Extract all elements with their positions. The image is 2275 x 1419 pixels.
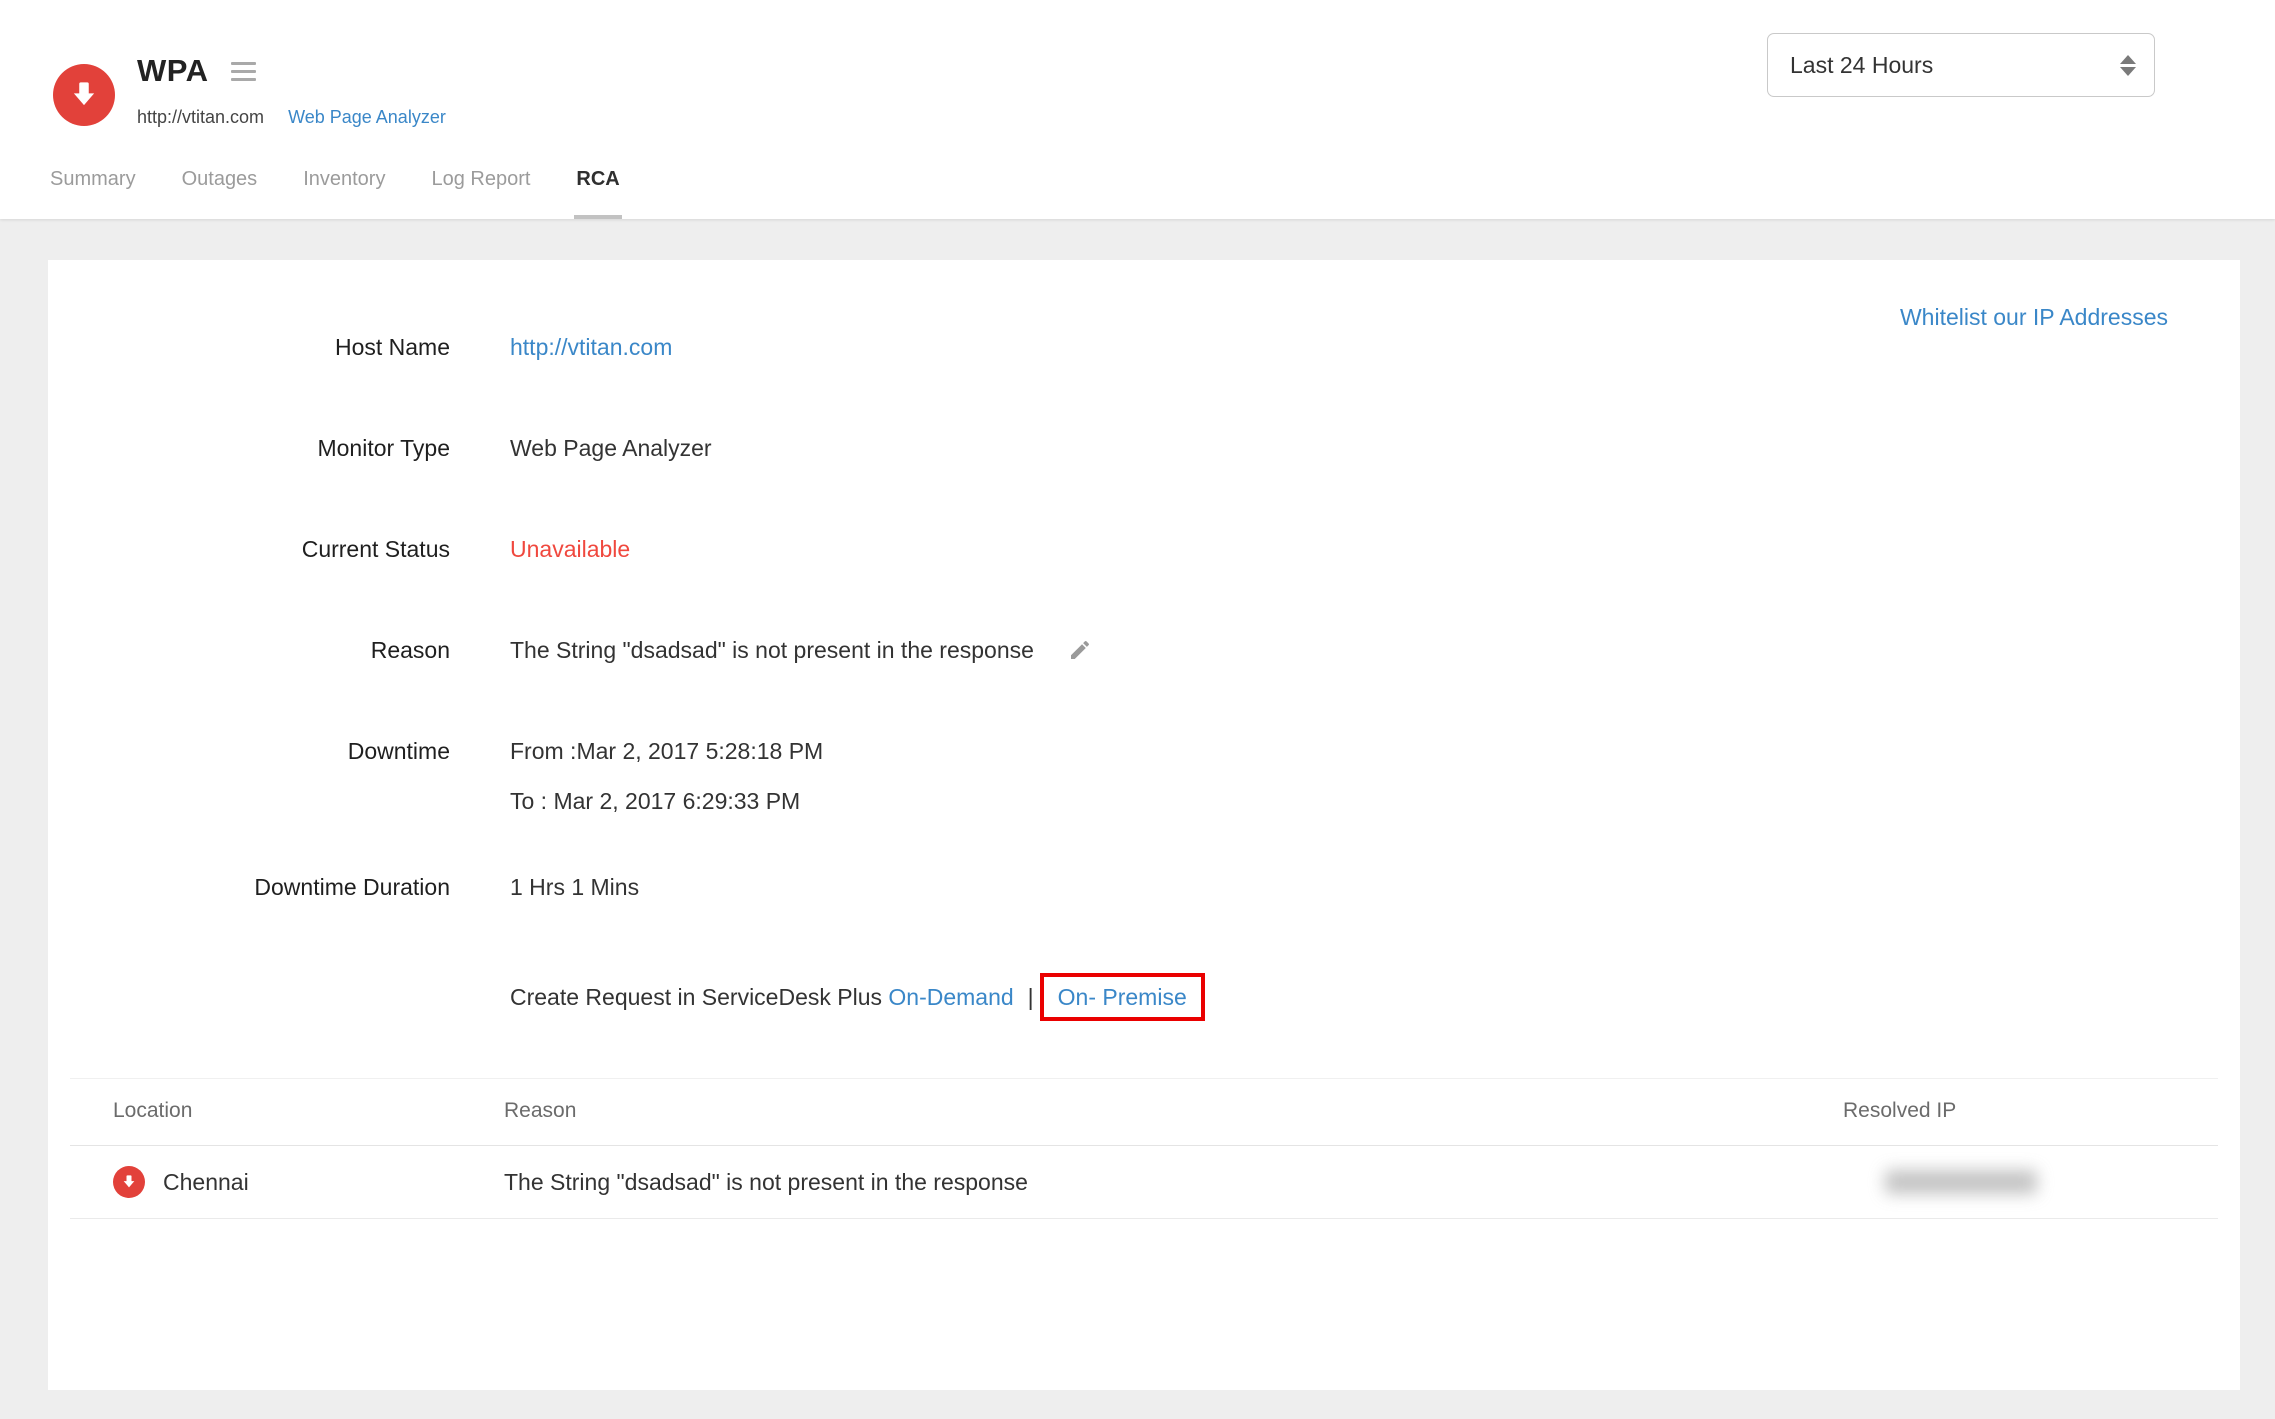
tab-outages[interactable]: Outages [180,168,260,219]
downtime-from: From :Mar 2, 2017 5:28:18 PM [510,738,824,764]
col-header-location: Location [113,1099,193,1122]
table-header-row: Location Reason Resolved IP [70,1079,2218,1146]
col-header-reason: Reason [504,1099,577,1122]
edit-reason-icon[interactable] [1068,638,1092,662]
monitor-title-block: WPA http://vtitan.com Web Page Analyzer [137,53,446,128]
monitor-url: http://vtitan.com [137,107,265,127]
col-header-resolved-ip: Resolved IP [1843,1099,1957,1122]
host-name-link[interactable]: http://vtitan.com [510,332,672,362]
monitor-status-down-icon [53,64,115,126]
location-status-down-icon [113,1166,145,1198]
time-range-dropdown[interactable]: Last 24 Hours [1767,33,2155,97]
tab-bar: Summary Outages Inventory Log Report RCA [48,168,664,219]
monitor-menu-icon[interactable] [230,58,256,85]
field-label: Downtime Duration [254,874,450,900]
field-label: Current Status [301,536,450,562]
field-current-status: Current Status Unavailable [48,534,2240,564]
tab-log-report[interactable]: Log Report [429,168,532,219]
tab-inventory[interactable]: Inventory [301,168,387,219]
page-content: Whitelist our IP Addresses Host Name htt… [0,219,2275,1419]
create-request-prefix: Create Request in ServiceDesk Plus [510,984,882,1010]
status-badge: Unavailable [510,536,631,562]
field-monitor-type: Monitor Type Web Page Analyzer [48,433,2240,463]
reason-value: The String "dsadsad" is not present in t… [510,637,1034,663]
field-label: Downtime [347,738,450,764]
monitor-type-value: Web Page Analyzer [510,435,712,461]
downtime-duration-value: 1 Hrs 1 Mins [510,874,640,900]
location-table: Location Reason Resolved IP Chennai The … [70,1078,2218,1219]
field-label: Host Name [334,334,450,360]
dropdown-stepper-icon [2120,54,2136,76]
monitor-type-link[interactable]: Web Page Analyzer [288,107,446,128]
field-downtime: Downtime From :Mar 2, 2017 5:28:18 PM To… [48,736,2240,816]
tab-rca[interactable]: RCA [574,168,622,219]
location-name: Chennai [163,1168,249,1195]
field-reason: Reason The String "dsadsad" is not prese… [48,635,2240,665]
field-downtime-duration: Downtime Duration 1 Hrs 1 Mins [48,872,2240,902]
resolved-ip-blurred [1885,1170,2037,1194]
arrow-down-icon [123,1175,135,1188]
downtime-to: To : Mar 2, 2017 6:29:33 PM [510,788,801,814]
time-range-selected-value: Last 24 Hours [1790,51,1934,78]
on-demand-link[interactable]: On-Demand [888,982,1013,1012]
field-create-request: Create Request in ServiceDesk Plus On-De… [48,973,2240,1021]
rca-card: Whitelist our IP Addresses Host Name htt… [48,260,2240,1390]
arrow-down-icon [73,82,95,106]
field-host-name: Host Name http://vtitan.com [48,332,2240,362]
on-premise-highlight-box: On- Premise [1039,973,1205,1021]
app-header: WPA http://vtitan.com Web Page Analyzer … [0,0,2275,219]
whitelist-ip-link[interactable]: Whitelist our IP Addresses [1900,304,2168,331]
on-premise-link[interactable]: On- Premise [1058,984,1187,1010]
create-request-separator: | [1027,984,1034,1010]
monitor-name: WPA [137,53,209,88]
field-label: Reason [370,637,450,663]
table-row: Chennai The String "dsadsad" is not pres… [70,1146,2218,1219]
field-label: Monitor Type [317,435,450,461]
row-reason: The String "dsadsad" is not present in t… [504,1168,1028,1195]
tab-summary[interactable]: Summary [48,168,138,219]
